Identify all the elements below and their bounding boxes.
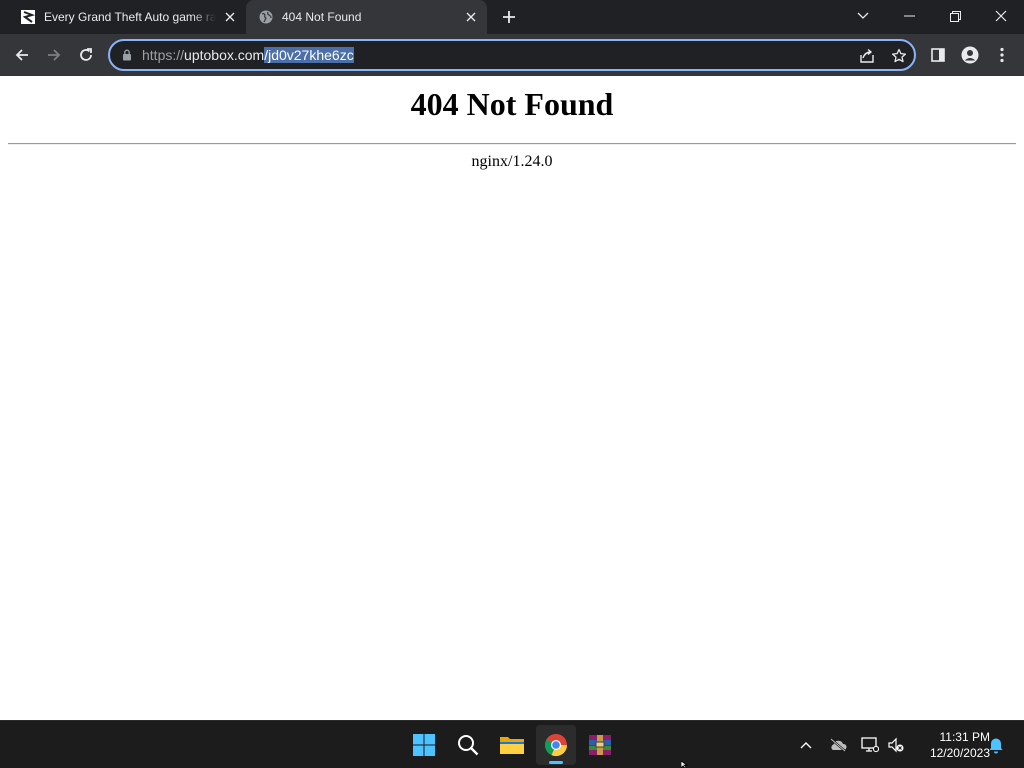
browser-toolbar: https://uptobox.com/jd0v27khe6zc — [0, 34, 1024, 76]
close-icon — [995, 10, 1007, 22]
windows-start-icon — [413, 734, 435, 756]
close-window-button[interactable] — [978, 0, 1024, 32]
plus-icon — [503, 11, 515, 23]
minimize-icon — [903, 15, 915, 17]
close-tab-icon[interactable] — [463, 9, 479, 25]
show-hidden-icons-chevron[interactable] — [796, 735, 816, 755]
divider — [8, 143, 1016, 145]
url-scheme: https:// — [142, 47, 185, 63]
url-host: uptobox.com — [184, 47, 265, 63]
mouse-cursor-icon — [681, 761, 689, 768]
url-text[interactable]: https://uptobox.com/jd0v27khe6zc — [142, 47, 354, 64]
lock-icon[interactable] — [120, 48, 134, 62]
kebab-menu-icon — [1000, 47, 1004, 63]
minimize-button[interactable] — [886, 0, 932, 32]
restore-button[interactable] — [932, 0, 978, 32]
chrome-taskbar-button[interactable] — [536, 725, 576, 765]
reload-icon — [80, 48, 92, 61]
back-button[interactable] — [6, 39, 38, 71]
profile-button[interactable] — [954, 39, 986, 71]
tab-title: Every Grand Theft Auto game ranked — [44, 10, 216, 24]
onedrive-offline-icon[interactable] — [828, 735, 848, 755]
tab-strip: Every Grand Theft Auto game ranked 404 N… — [0, 0, 1024, 34]
tab-title: 404 Not Found — [282, 10, 362, 24]
windows-taskbar: 11:31 PM 12/20/2023 — [0, 720, 1024, 768]
url-path-selected: /jd0v27khe6zc — [264, 47, 354, 63]
tab-404-not-found[interactable]: 404 Not Found — [246, 0, 487, 34]
page-heading: 404 Not Found — [410, 86, 614, 122]
reload-button[interactable] — [70, 39, 102, 71]
search-icon — [458, 735, 479, 756]
new-tab-button[interactable] — [498, 6, 520, 28]
close-tab-icon[interactable] — [222, 9, 238, 25]
forward-button[interactable] — [38, 39, 70, 71]
clock-date: 12/20/2023 — [929, 746, 990, 760]
chrome-icon — [544, 734, 568, 757]
notification-bell-icon[interactable] — [986, 735, 1006, 755]
taskbar-clock[interactable]: 11:31 PM 12/20/2023 — [912, 729, 990, 761]
arrow-left-icon — [15, 49, 28, 61]
side-panel-button[interactable] — [922, 39, 954, 71]
file-explorer-button[interactable] — [492, 725, 532, 765]
network-icon[interactable] — [860, 735, 880, 755]
restore-icon — [949, 10, 961, 22]
volume-muted-icon[interactable] — [886, 735, 906, 755]
page-content: 404 Not Found nginx/1.24.0 — [0, 76, 1024, 720]
running-indicator — [549, 761, 563, 764]
share-icon[interactable] — [858, 47, 876, 65]
winrar-button[interactable] — [580, 725, 620, 765]
winrar-icon — [589, 735, 611, 755]
address-bar[interactable]: https://uptobox.com/jd0v27khe6zc — [108, 39, 916, 71]
side-panel-icon — [931, 48, 945, 62]
bookmark-star-icon[interactable] — [890, 47, 908, 65]
tab-search-button[interactable] — [840, 0, 886, 32]
site-logo-icon — [20, 9, 36, 25]
chrome-menu-button[interactable] — [986, 39, 1018, 71]
file-explorer-icon — [500, 737, 524, 754]
server-signature: nginx/1.24.0 — [471, 153, 553, 170]
globe-icon — [258, 9, 274, 25]
tab-gta-ranked[interactable]: Every Grand Theft Auto game ranked — [8, 0, 246, 34]
clock-time: 11:31 PM — [939, 730, 990, 744]
arrow-right-icon — [48, 49, 61, 61]
chevron-down-icon — [857, 12, 869, 19]
profile-avatar-icon — [961, 46, 979, 64]
start-button[interactable] — [404, 725, 444, 765]
taskbar-search-button[interactable] — [448, 725, 488, 765]
